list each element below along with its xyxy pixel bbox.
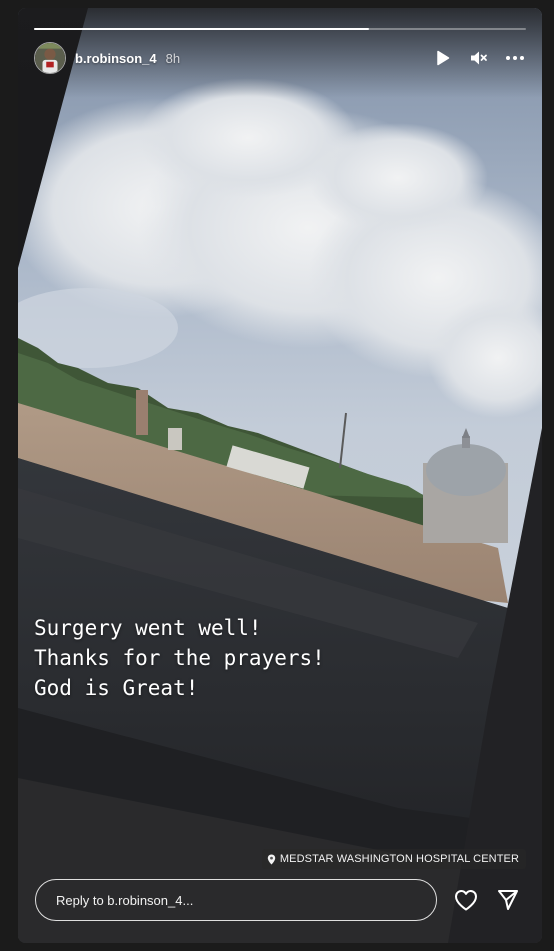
header-actions [432, 47, 526, 69]
avatar[interactable] [34, 42, 66, 74]
mute-button[interactable] [468, 47, 490, 69]
more-horizontal-icon [506, 56, 524, 60]
send-paper-plane-icon [498, 890, 518, 910]
story-header: b.robinson_4 8h [34, 42, 526, 74]
story-footer [35, 878, 526, 922]
location-pin-icon [267, 854, 276, 864]
play-icon [437, 50, 450, 66]
more-options-button[interactable] [504, 47, 526, 69]
story-progress-fill [34, 28, 369, 30]
play-button[interactable] [432, 47, 454, 69]
story-photo [18, 8, 542, 943]
reply-input[interactable] [35, 879, 437, 921]
share-button[interactable] [495, 887, 521, 913]
story-viewer[interactable]: b.robinson_4 8h Surgery went well! Thank… [18, 8, 542, 943]
location-label: MEDSTAR WASHINGTON HOSPITAL CENTER [279, 853, 519, 865]
muted-speaker-icon [471, 51, 487, 65]
story-caption: Surgery went well! Thanks for the prayer… [34, 616, 325, 700]
story-progress-bar [34, 28, 526, 30]
location-sticker[interactable]: MEDSTAR WASHINGTON HOSPITAL CENTER [261, 849, 526, 869]
username[interactable]: b.robinson_4 [75, 51, 157, 66]
post-time: 8h [165, 50, 181, 66]
like-button[interactable] [453, 887, 479, 913]
heart-icon [455, 890, 477, 911]
